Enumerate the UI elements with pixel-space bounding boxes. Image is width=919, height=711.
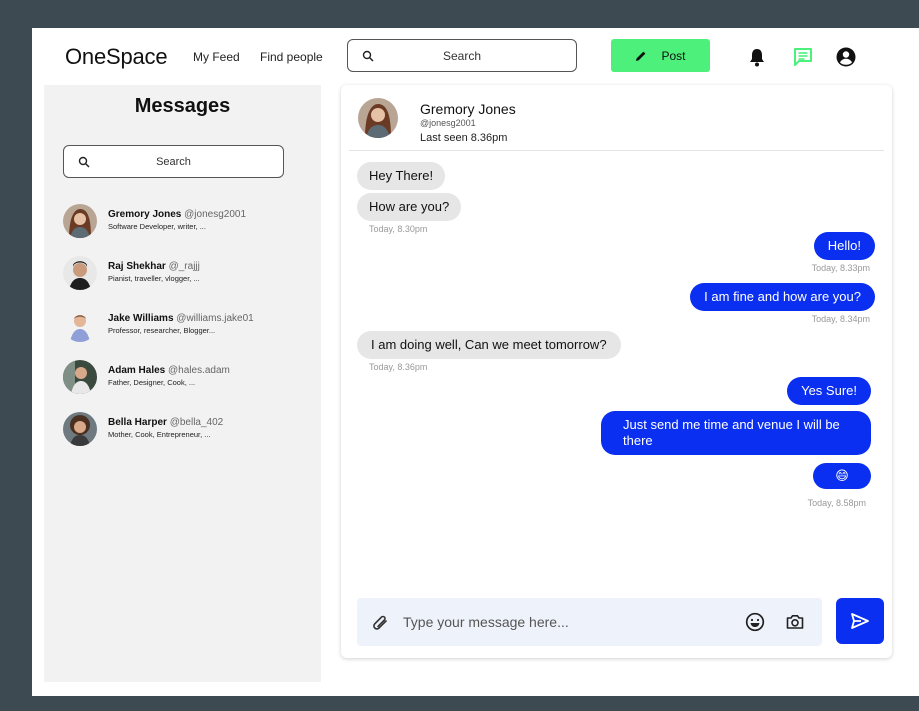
contact-bio: Father, Designer, Cook, ... — [108, 378, 196, 387]
message-bubble-incoming: I am doing well, Can we meet tomorrow? — [357, 331, 621, 359]
post-button[interactable]: Post — [611, 39, 710, 72]
contact-bio: Software Developer, writer, ... — [108, 222, 206, 231]
user-circle-icon[interactable] — [835, 46, 857, 68]
avatar[interactable] — [358, 98, 398, 138]
contact-item[interactable]: Adam Hales @hales.adam Father, Designer,… — [63, 360, 303, 396]
send-icon — [851, 613, 869, 629]
message-timestamp: Today, 8.30pm — [369, 224, 428, 234]
chat-last-seen: Last seen 8.36pm — [420, 132, 508, 144]
avatar — [63, 256, 97, 290]
contact-item[interactable]: Gremory Jones @jonesg2001 Software Devel… — [63, 204, 303, 240]
message-bubble-emoji: 😄 — [813, 463, 871, 489]
post-button-label: Post — [661, 48, 686, 63]
contact-name-line: Raj Shekhar @_rajjj — [108, 261, 200, 272]
avatar — [63, 412, 97, 446]
contact-name-line: Adam Hales @hales.adam — [108, 365, 230, 376]
chat-icon[interactable] — [792, 46, 814, 68]
pencil-icon — [636, 51, 646, 61]
contact-item[interactable]: Raj Shekhar @_rajjj Pianist, traveller, … — [63, 256, 303, 292]
contact-name-line: Jake Williams @williams.jake01 — [108, 313, 254, 324]
sidebar-title: Messages — [134, 95, 231, 117]
contact-handle: @jonesg2001 — [184, 209, 247, 220]
contact-handle: @hales.adam — [168, 365, 230, 376]
messages-sidebar: Messages Search Gremory Jones @jonesg200… — [44, 85, 321, 682]
contact-name-line: Gremory Jones @jonesg2001 — [108, 209, 246, 220]
contact-item[interactable]: Bella Harper @bella_402 Mother, Cook, En… — [63, 412, 303, 448]
nav-find-people[interactable]: Find people — [260, 50, 323, 64]
contact-bio: Professor, researcher, Blogger... — [108, 326, 216, 335]
avatar — [63, 308, 97, 342]
nav-my-feed[interactable]: My Feed — [193, 50, 240, 64]
chat-contact-handle: @jonesg2001 — [420, 118, 476, 128]
message-timestamp: Today, 8.36pm — [369, 362, 428, 372]
app-window: OneSpace My Feed Find people Search Post… — [32, 28, 919, 696]
contact-name-line: Bella Harper @bella_402 — [108, 417, 223, 428]
contact-item[interactable]: Jake Williams @williams.jake01 Professor… — [63, 308, 303, 344]
contact-name: Jake Williams — [108, 313, 174, 324]
message-bubble-outgoing: Hello! — [813, 232, 875, 260]
top-search-input[interactable]: Search — [347, 39, 577, 72]
camera-icon[interactable] — [785, 612, 805, 632]
contact-handle: @_rajjj — [168, 261, 200, 272]
bell-icon[interactable] — [746, 46, 768, 68]
message-input[interactable] — [403, 610, 723, 634]
sidebar-search-input[interactable]: Search — [63, 145, 284, 178]
avatar — [63, 204, 97, 238]
message-timestamp: Today, 8.34pm — [811, 314, 870, 324]
message-bubble-incoming: How are you? — [357, 193, 462, 221]
send-button[interactable] — [836, 598, 884, 644]
contact-name: Bella Harper — [108, 417, 167, 428]
message-composer — [357, 598, 822, 646]
contact-bio: Mother, Cook, Entrepreneur, ... — [108, 430, 211, 439]
avatar — [63, 360, 97, 394]
contact-handle: @bella_402 — [169, 417, 224, 428]
contact-bio: Pianist, traveller, vlogger, ... — [108, 274, 200, 283]
message-timestamp: Today, 8.33pm — [811, 263, 870, 273]
message-bubble-outgoing: Yes Sure! — [787, 377, 871, 405]
message-bubble-incoming: Hey There! — [357, 162, 446, 190]
contact-name: Raj Shekhar — [108, 261, 166, 272]
contact-name: Gremory Jones — [108, 209, 182, 220]
contact-name: Adam Hales — [108, 365, 166, 376]
contact-handle: @williams.jake01 — [176, 313, 254, 324]
top-search-placeholder: Search — [442, 48, 482, 63]
emoji-icon[interactable] — [745, 612, 765, 632]
paperclip-icon[interactable] — [370, 612, 390, 632]
sidebar-search-placeholder: Search — [156, 155, 191, 168]
message-bubble-outgoing: Just send me time and venue I will be th… — [601, 411, 871, 455]
message-bubble-outgoing: I am fine and how are you? — [690, 283, 875, 311]
chat-contact-name: Gremory Jones — [420, 101, 516, 117]
chat-panel: Gremory Jones @jonesg2001 Last seen 8.36… — [341, 85, 892, 658]
search-icon — [362, 50, 374, 62]
chat-header: Gremory Jones @jonesg2001 Last seen 8.36… — [341, 85, 892, 151]
message-timestamp: Today, 8.58pm — [807, 498, 866, 508]
header-divider — [349, 150, 884, 151]
app-logo[interactable]: OneSpace — [65, 44, 168, 70]
search-icon — [78, 156, 90, 168]
